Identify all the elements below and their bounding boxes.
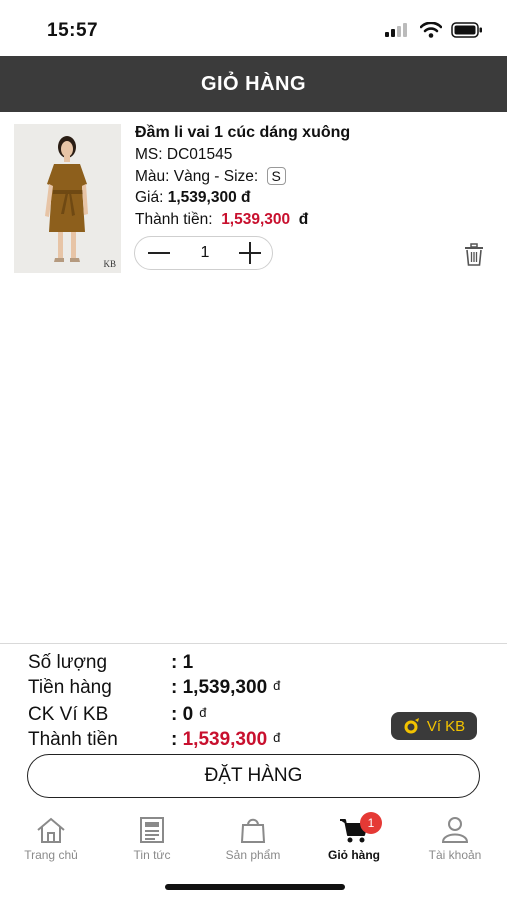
- summary-quantity-row: Số lượng : 1: [28, 652, 193, 674]
- cart-item: KB Đầm li vai 1 cúc dáng xuông MS: DC015…: [0, 122, 507, 282]
- signal-icon: [385, 23, 407, 37]
- item-total-line: Thành tiền: 1,539,300 đ: [135, 209, 475, 231]
- wallet-kb-button[interactable]: Ví KB: [391, 712, 477, 740]
- cart-count-badge: 1: [360, 812, 382, 834]
- summary-subtotal-row: Tiền hàng : 1,539,300 đ: [28, 677, 280, 699]
- summary-discount-value: : 0: [171, 704, 194, 725]
- product-name[interactable]: Đầm li vai 1 cúc dáng xuông: [135, 122, 475, 144]
- battery-icon: [451, 22, 482, 38]
- tab-cart-label: Giỏ hàng: [328, 848, 380, 862]
- product-code-label: MS:: [135, 146, 163, 163]
- tab-account[interactable]: Tài khoản: [405, 808, 505, 862]
- home-icon: [37, 817, 65, 843]
- product-variant-line: Màu: Vàng - Size: S: [135, 166, 475, 188]
- tab-cart[interactable]: 1 Giỏ hàng: [304, 808, 404, 862]
- increase-quantity-button[interactable]: [230, 237, 270, 269]
- trash-icon: [465, 243, 483, 266]
- product-code: DC01545: [166, 146, 233, 163]
- summary-subtotal-label: Tiền hàng: [28, 677, 112, 698]
- product-code-line: MS: DC01545: [135, 144, 475, 166]
- tab-account-label: Tài khoản: [428, 848, 482, 862]
- decrease-quantity-button[interactable]: [139, 237, 179, 269]
- tab-products[interactable]: Sản phẩm: [203, 808, 303, 862]
- item-total-currency: đ: [298, 210, 309, 228]
- item-total-label: Thành tiền:: [135, 210, 213, 228]
- summary-discount-currency: đ: [199, 705, 207, 720]
- color-value: Vàng: [173, 167, 210, 185]
- image-watermark: KB: [103, 259, 116, 269]
- home-indicator[interactable]: [165, 884, 345, 890]
- quantity-value[interactable]: 1: [185, 244, 225, 262]
- summary-subtotal-value: : 1,539,300: [171, 677, 268, 698]
- shopping-bag-icon: [240, 818, 266, 843]
- summary-quantity-label: Số lượng: [28, 652, 108, 673]
- summary-total-value: 1,539,300: [182, 729, 268, 750]
- place-order-button[interactable]: ĐẶT HÀNG: [27, 754, 480, 798]
- delete-item-button[interactable]: [463, 243, 485, 267]
- price-line: Giá: 1,539,300 đ: [135, 187, 475, 209]
- bottom-tab-bar: Trang chủ Tin tức Sản phẩm 1 Giỏ hàng Tà…: [0, 808, 507, 878]
- size-badge: S: [266, 166, 286, 185]
- item-total-value: 1,539,300: [221, 210, 291, 228]
- minus-icon: [148, 252, 170, 254]
- page-title: GIỎ HÀNG: [200, 73, 307, 95]
- status-time: 15:57: [47, 20, 99, 41]
- color-label: Màu:: [135, 167, 170, 185]
- summary-subtotal-currency: đ: [273, 678, 281, 693]
- tab-products-label: Sản phẩm: [225, 848, 281, 862]
- tab-home[interactable]: Trang chủ: [1, 808, 101, 862]
- order-summary: Số lượng: 1 Tiền hàng: 1,539,300 đ CK Ví …: [0, 643, 507, 804]
- summary-discount-row: CK Ví KB : 0 đ: [28, 704, 206, 726]
- summary-total-row: Thành tiền: 1,539,300 đ: [28, 729, 280, 751]
- wifi-icon: [420, 22, 442, 38]
- product-info: Đầm li vai 1 cúc dáng xuông MS: DC01545 …: [135, 122, 475, 230]
- page-header: GIỎ HÀNG: [0, 56, 507, 112]
- price-label: Giá:: [135, 189, 164, 206]
- newspaper-icon: [140, 817, 164, 843]
- dress-photo-icon: [14, 124, 121, 273]
- user-icon: [441, 817, 469, 843]
- quantity-stepper: 1: [134, 236, 273, 270]
- size-label: - Size:: [214, 167, 259, 185]
- price-value: 1,539,300 đ: [167, 189, 251, 206]
- tab-news[interactable]: Tin tức: [102, 808, 202, 862]
- tab-news-label: Tin tức: [133, 848, 171, 862]
- status-icons: [385, 22, 483, 38]
- summary-quantity-value: : 1: [171, 652, 194, 673]
- summary-total-prefix: :: [171, 729, 183, 750]
- wallet-coin-icon: [404, 718, 419, 734]
- plus-icon: [239, 242, 261, 264]
- product-image[interactable]: KB: [14, 124, 121, 273]
- wallet-kb-label: Ví KB: [426, 717, 466, 735]
- summary-discount-label: CK Ví KB: [28, 704, 109, 725]
- status-bar: 15:57: [0, 0, 507, 56]
- summary-total-currency: đ: [273, 730, 281, 745]
- summary-total-label: Thành tiền: [28, 729, 118, 750]
- tab-home-label: Trang chủ: [24, 848, 78, 862]
